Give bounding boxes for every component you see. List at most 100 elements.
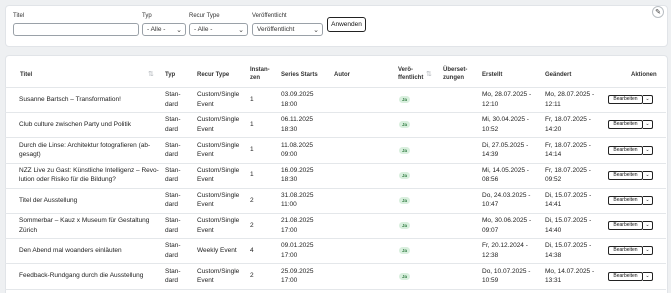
col-header-actions: Aktionen <box>631 72 657 78</box>
row-divider <box>5 112 666 114</box>
actions-dropdown-button[interactable]: ⌄ <box>643 145 653 155</box>
event-instances: 2 <box>250 196 254 204</box>
row-divider <box>5 263 666 265</box>
event-title-link[interactable]: Titel der Ausstellung <box>19 196 164 206</box>
event-created: Do, 24.03.2025 - 10:47 <box>482 191 531 209</box>
chevron-down-icon: ⌄ <box>176 27 182 34</box>
header-divider <box>5 87 666 88</box>
pencil-icon[interactable]: ✎ <box>652 6 664 18</box>
col-header-created[interactable]: Erstellt <box>482 72 502 80</box>
title-filter-input[interactable] <box>13 23 139 36</box>
event-instances: 2 <box>250 272 254 280</box>
event-created: Fr, 20.12.2024 - 12:38 <box>482 242 528 259</box>
edit-button[interactable]: Bearbeiten <box>608 170 643 180</box>
actions-dropdown-button[interactable]: ⌄ <box>643 221 653 231</box>
event-series-start: 11.08.2025 09:00 <box>281 141 314 159</box>
event-type: Stan- dard <box>165 116 181 133</box>
event-series-start: 31.08.2025 11:00 <box>281 191 314 209</box>
event-series-start: 25.09.2025 17:00 <box>281 267 314 285</box>
event-changed: Fr, 18.07.2025 - 14:14 <box>545 141 591 159</box>
actions-dropdown-button[interactable]: ⌄ <box>643 195 653 205</box>
event-title-link[interactable]: Durch die Linse: Architektur fotografier… <box>19 141 164 160</box>
col-header-title[interactable]: Titel <box>20 72 32 80</box>
status-badge: Ja <box>399 196 410 204</box>
edit-button[interactable]: Bearbeiten <box>608 145 643 155</box>
event-changed: Di, 15.07.2025 - 14:41 <box>545 191 592 209</box>
edit-button[interactable]: Bearbeiten <box>608 95 643 105</box>
event-title-link[interactable]: NZZ Live zu Gast: Künstliche Intelligenz… <box>19 166 164 185</box>
actions-dropdown-button[interactable]: ⌄ <box>643 95 653 105</box>
event-changed: Mo, 28.07.2025 - 12:11 <box>545 91 595 108</box>
chevron-down-icon: ⌄ <box>238 27 244 34</box>
event-created: Do, 10.07.2025 - 10:59 <box>482 267 531 285</box>
apply-button[interactable]: Anwenden <box>327 17 366 32</box>
event-instances: 1 <box>250 95 254 103</box>
status-badge: Ja <box>399 96 410 104</box>
published-filter-label: Veröffentlicht <box>252 13 287 19</box>
event-recur-type: Custom/Single Event <box>197 91 240 108</box>
event-created: Mo, 30.06.2025 - 09:07 <box>482 217 532 234</box>
row-divider <box>5 187 666 189</box>
chevron-down-icon: ⌄ <box>645 146 650 153</box>
col-header-instances: Instan- zen <box>250 67 270 81</box>
edit-button[interactable]: Bearbeiten <box>608 221 643 231</box>
recur-filter-label: Recur Type <box>189 13 220 19</box>
row-divider <box>5 238 666 240</box>
event-type: Stan- dard <box>165 267 181 285</box>
edit-button[interactable]: Bearbeiten <box>608 246 643 256</box>
event-title-link[interactable]: Club culture zwischen Party und Politik <box>19 120 164 130</box>
event-series-start: 03.09.2025 18:00 <box>281 91 314 108</box>
event-series-start: 09.01.2025 17:00 <box>281 242 314 259</box>
event-changed: Mo, 14.07.2025 - 13:31 <box>545 267 595 285</box>
edit-button[interactable]: Bearbeiten <box>608 120 643 130</box>
type-filter-value: - Alle - <box>147 26 166 33</box>
event-title-link[interactable]: Den Abend mal woanders einläuten <box>19 246 164 256</box>
col-header-type: Typ <box>165 72 176 78</box>
published-filter-value: Veröffentlicht <box>257 26 295 33</box>
edit-button[interactable]: Bearbeiten <box>608 195 643 205</box>
recur-filter-select[interactable]: - Alle - ⌄ <box>189 23 248 36</box>
event-instances: 1 <box>250 171 254 179</box>
row-divider <box>5 137 666 139</box>
status-badge: Ja <box>399 247 410 255</box>
status-badge: Ja <box>399 272 410 280</box>
chevron-down-icon: ⌄ <box>313 27 319 34</box>
event-type: Stan- dard <box>165 217 181 234</box>
col-header-series-starts: Series Starts <box>281 72 318 78</box>
edit-button[interactable]: Bearbeiten <box>608 271 643 281</box>
event-changed: Fr, 18.07.2025 - 09:52 <box>545 166 591 184</box>
actions-dropdown-button[interactable]: ⌄ <box>643 120 653 130</box>
chevron-down-icon: ⌄ <box>645 222 650 229</box>
event-type: Stan- dard <box>165 141 181 159</box>
event-created: Di, 27.05.2025 - 14:39 <box>482 141 529 159</box>
recur-filter-value: - Alle - <box>194 26 213 33</box>
type-filter-label: Typ <box>142 13 152 19</box>
status-badge: Ja <box>399 121 410 129</box>
published-filter-select[interactable]: Veröffentlicht ⌄ <box>252 23 323 36</box>
row-divider <box>5 162 666 164</box>
event-instances: 1 <box>250 146 254 154</box>
event-title-link[interactable]: Sommerbar – Kauz x Museum für Gestaltung… <box>19 216 164 235</box>
col-header-published[interactable]: Verö- ffentlicht <box>398 67 423 82</box>
event-series-start: 16.09.2025 18:30 <box>281 166 314 184</box>
sort-icon[interactable]: ⇅ <box>148 70 154 78</box>
event-type: Stan- dard <box>165 242 181 259</box>
actions-dropdown-button[interactable]: ⌄ <box>643 246 653 256</box>
actions-dropdown-button[interactable]: ⌄ <box>643 271 653 281</box>
event-created: Mi, 30.04.2025 - 10:52 <box>482 116 529 133</box>
status-badge: Ja <box>399 222 410 230</box>
actions-dropdown-button[interactable]: ⌄ <box>643 170 653 180</box>
sort-icon[interactable]: ⇅ <box>426 70 432 78</box>
event-recur-type: Custom/Single Event <box>197 141 240 159</box>
event-recur-type: Weekly Event <box>197 247 237 255</box>
col-header-recur: Recur Type <box>197 72 230 78</box>
status-badge: Ja <box>399 146 410 154</box>
type-filter-select[interactable]: - Alle - ⌄ <box>142 23 186 36</box>
chevron-down-icon: ⌄ <box>645 171 650 178</box>
event-title-link[interactable]: Susanne Bartsch – Transformation! <box>19 95 164 105</box>
event-title-link[interactable]: Feedback-Rundgang durch die Ausstellung <box>19 271 164 281</box>
event-created: Mo, 28.07.2025 - 12:10 <box>482 91 532 108</box>
event-type: Stan- dard <box>165 191 181 209</box>
event-type: Stan- dard <box>165 91 181 108</box>
col-header-changed[interactable]: Geändert <box>545 72 571 80</box>
